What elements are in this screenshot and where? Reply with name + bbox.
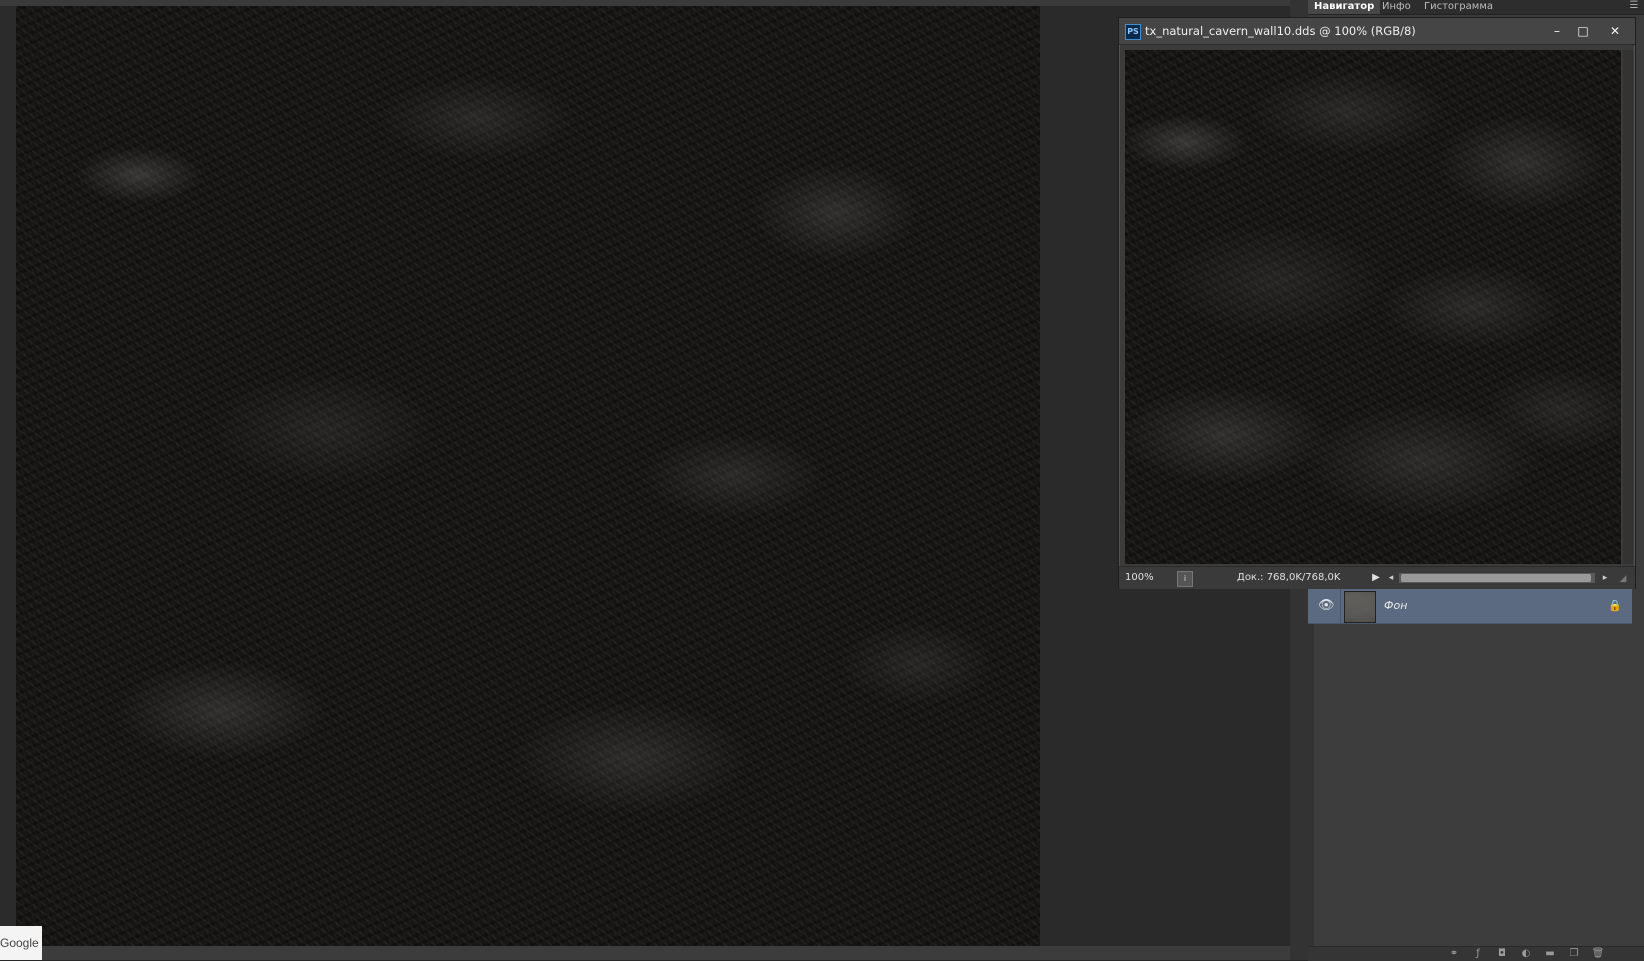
layer-thumbnail[interactable]	[1344, 591, 1376, 623]
mask-icon[interactable]: ◘	[1494, 947, 1510, 961]
adjustment-icon[interactable]: ◐	[1518, 947, 1534, 961]
lock-icon: 🔒	[1608, 599, 1622, 612]
document-canvas-image[interactable]	[1125, 50, 1621, 564]
layer-name[interactable]: Фон	[1384, 589, 1407, 623]
tab-info[interactable]: Инфо	[1376, 0, 1417, 14]
layers-left-edge	[1308, 580, 1314, 946]
new-layer-icon[interactable]: ❐	[1566, 947, 1582, 961]
eye-icon[interactable]: 👁	[1318, 598, 1335, 614]
minimize-button[interactable]: –	[1545, 22, 1569, 40]
zoom-level[interactable]: 100%	[1125, 567, 1154, 589]
info-icon[interactable]: i	[1177, 571, 1193, 587]
layer-row[interactable]: 👁 Фон 🔒	[1308, 588, 1632, 624]
play-arrow-icon[interactable]: ▶	[1369, 571, 1383, 585]
maximize-button[interactable]: □	[1571, 22, 1595, 40]
trash-icon[interactable]: 🗑	[1590, 947, 1606, 961]
left-gutter	[0, 6, 16, 946]
document-scrollbar[interactable]	[1623, 50, 1633, 564]
document-titlebar[interactable]: PS tx_natural_cavern_wall10.dds @ 100% (…	[1119, 18, 1635, 45]
tab-histogram[interactable]: Гистограмма	[1418, 0, 1499, 14]
layers-footer: ⚭ ƒ ◘ ◐ ▬ ❐ 🗑	[1308, 946, 1644, 961]
photoshop-icon: PS	[1125, 24, 1141, 40]
document-status-bar: 100% i Док.: 768,0K/768,0K ▶ ◂ ▸ ◢	[1119, 566, 1635, 589]
scrollbar-thumb[interactable]	[1401, 574, 1591, 582]
fx-icon[interactable]: ƒ	[1470, 947, 1486, 961]
close-button[interactable]: ✕	[1603, 22, 1627, 40]
scroll-left-icon[interactable]: ◂	[1385, 571, 1397, 585]
document-title: tx_natural_cavern_wall10.dds @ 100% (RGB…	[1145, 24, 1416, 38]
resize-grip-icon[interactable]: ◢	[1617, 573, 1629, 585]
layers-panel: 👁 Фон 🔒	[1308, 580, 1644, 946]
bottom-strip	[0, 946, 1290, 960]
layer-divider	[1340, 589, 1341, 623]
document-window[interactable]: PS tx_natural_cavern_wall10.dds @ 100% (…	[1118, 17, 1636, 589]
panel-menu-icon[interactable]: ☰	[1628, 1, 1640, 11]
scroll-right-icon[interactable]: ▸	[1599, 571, 1611, 585]
canvas-workspace	[0, 0, 1290, 960]
horizontal-scrollbar[interactable]	[1399, 573, 1595, 583]
panel-tab-bar: Навигатор Инфо Гистограмма ☰	[1308, 0, 1644, 15]
folder-icon[interactable]: ▬	[1542, 947, 1558, 961]
link-icon[interactable]: ⚭	[1446, 947, 1462, 961]
document-size-info: Док.: 768,0K/768,0K	[1237, 572, 1341, 583]
main-canvas-image[interactable]	[16, 6, 1040, 946]
google-watermark: Google	[0, 926, 42, 960]
tab-navigator[interactable]: Навигатор	[1308, 0, 1381, 14]
